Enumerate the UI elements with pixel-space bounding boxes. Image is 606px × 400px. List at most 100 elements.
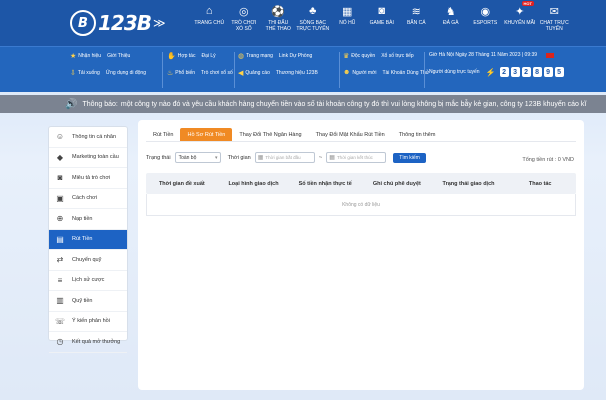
start-date-field[interactable]: ▦ Thời gian bắt đầu — [254, 152, 315, 163]
main-panel: Rút Tiền Hồ Sơ Rút Tiền Thay Đổi Thẻ Ngân … — [138, 120, 584, 390]
sidebar-item-label: Thông tin cá nhân — [72, 133, 117, 140]
withdraw-icon: ▤ — [56, 234, 64, 244]
counter-digit: 2 — [499, 67, 509, 77]
column-header: Thao tác — [528, 180, 552, 187]
info-group-3: ◍ Trang mạng Link Dự Phòng ◀ Quảng cáo Thư… — [238, 52, 318, 77]
chat-icon: ✉ — [549, 5, 559, 18]
nav-label: BẮN CÁ — [406, 20, 426, 26]
withdraw-tabs: Rút Tiền Hồ Sơ Rút Tiền Thay Đổi Thẻ Ngân … — [146, 128, 576, 142]
divider — [424, 52, 425, 88]
nav-item-3[interactable]: ♣ SÒNG BẠC TRỰC TUYẾN — [296, 4, 331, 44]
tab-3[interactable]: Thay Đổi Mật Khẩu Rút Tiền — [309, 128, 392, 141]
logo-mark: B — [70, 10, 96, 36]
sidebar-item-label: Marketing toàn cầu — [72, 154, 119, 161]
sidebar-item-4[interactable]: ⊕ Nạp tiền — [49, 209, 127, 230]
user-plus-icon: ☻ — [343, 69, 351, 76]
mobile-app-link[interactable]: Ứng dụng di động — [106, 70, 146, 76]
sidebar-item-label: Kết quả mở thưởng — [72, 338, 121, 345]
home-icon: ⌂ — [205, 5, 213, 17]
crown-icon: ♛ — [343, 53, 350, 60]
trial-account-link[interactable]: Tài Khoản Dùng Thử — [382, 70, 429, 76]
handshake-icon: ✋ — [167, 53, 176, 60]
table-empty-row: Không có dữ liệu — [146, 194, 576, 216]
nav-item-5[interactable]: ◙ GAME BÀI — [365, 4, 400, 44]
nav-item-2[interactable]: ⚽ THI ĐẤU THỂ THAO — [261, 4, 296, 44]
sidebar-item-label: Rút Tiền — [72, 236, 93, 243]
referral-link[interactable]: ★ Nhận hiệu — [70, 52, 101, 60]
column-header: Loại hình giao dịch — [228, 180, 279, 187]
ads-link[interactable]: ◀ Quảng cáo — [238, 69, 270, 77]
download-icon: ⇩ — [70, 70, 76, 77]
sidebar-item-8[interactable]: ▥ Quỹ tiền — [49, 291, 127, 312]
announcement-bar: 🔊 Thông báo: một công ty nào đó và yêu c… — [0, 95, 606, 113]
download-link[interactable]: ⇩ Tải xuống — [70, 69, 100, 77]
sidebar-item-5[interactable]: ▤ Rút Tiền — [49, 229, 127, 250]
gamepad-icon: ◙ — [57, 173, 63, 183]
announcement-text: một công ty nào đó và yêu cầu khách hàng… — [120, 100, 587, 108]
column-header: Thời gian đề xuất — [158, 180, 205, 187]
deposit-icon: ⊕ — [56, 214, 64, 224]
exclusive-link[interactable]: ♛ Độc quyền — [343, 52, 375, 60]
nav-label: TRANG CHỦ — [194, 20, 225, 26]
sidebar-item-7[interactable]: ≡ Lịch sử cược — [49, 271, 127, 291]
nav-item-4[interactable]: ▦ NỔ HŨ — [330, 4, 365, 44]
divider — [339, 52, 340, 88]
column-header: Số tiền nhận thực tế — [298, 180, 352, 187]
nav-item-9[interactable]: ✦ KHUYẾN MÃI HOT — [503, 1, 538, 44]
nav-item-1[interactable]: ◎ TRÒ CHƠI XỔ SỐ — [227, 4, 262, 44]
nav-item-7[interactable]: ♞ ĐÁ GÀ — [434, 4, 469, 44]
lottery-game-link[interactable]: Trò chơi xổ số — [201, 70, 233, 76]
tab-4[interactable]: Thông tin thêm — [392, 128, 443, 141]
counter-digit: 3 — [510, 67, 520, 77]
nav-item-10[interactable]: ✉ CHAT TRỰC TUYẾN — [537, 4, 572, 44]
sidebar-item-6[interactable]: ⇄ Chuyển quỹ — [49, 250, 127, 271]
tab-2[interactable]: Thay Đổi Thẻ Ngân Hàng — [232, 128, 308, 141]
sidebar-item-9[interactable]: ☏ Ý kiến phản hồi — [49, 312, 127, 332]
diamond-icon: ◆ — [56, 152, 64, 162]
logo-text: 123B — [98, 11, 152, 35]
nav-label: ĐÁ GÀ — [442, 20, 459, 26]
info-bar: ★ Nhận hiệu Giới Thiệu ⇩ Tải xuống Ứng dụn… — [0, 46, 606, 92]
search-button[interactable]: Tìm kiếm — [393, 152, 426, 163]
wallet-icon: ▣ — [56, 193, 64, 203]
website-link[interactable]: ◍ Trang mạng — [238, 52, 273, 60]
status-select[interactable]: Toàn bộ ▾ — [174, 152, 221, 163]
sidebar-item-0[interactable]: ☺ Thông tin cá nhân — [49, 127, 127, 148]
counter-digit: 5 — [554, 67, 564, 77]
end-date-field[interactable]: ▦ Thời gian kết thúc — [326, 152, 387, 163]
backup-link[interactable]: Link Dự Phòng — [279, 53, 312, 59]
withdraw-table: Thời gian đề xuất Loại hình giao dịch Số t… — [146, 173, 576, 216]
slots-icon: ▦ — [342, 5, 353, 18]
tab-1[interactable]: Hồ Sơ Rút Tiền — [180, 128, 233, 141]
end-date-placeholder: Thời gian kết thúc — [336, 155, 373, 160]
feedback-icon: ☏ — [54, 316, 65, 326]
sidebar-item-label: Lịch sử cược — [72, 277, 105, 284]
sidebar-item-1[interactable]: ◆ Marketing toàn cầu — [49, 148, 127, 168]
nav-item-8[interactable]: ◉ ESPORTS — [468, 4, 503, 44]
nav-item-0[interactable]: ⌂ TRANG CHỦ — [192, 4, 227, 44]
sidebar-item-10[interactable]: ◷ Kết quả mở thưởng — [49, 332, 127, 353]
date-range-separator: ~ — [318, 154, 323, 161]
sidebar-item-2[interactable]: ◙ Miêu tả trò chơi — [49, 168, 127, 189]
agent-link[interactable]: Đại Lý — [201, 53, 215, 59]
tab-0[interactable]: Rút Tiền — [146, 128, 180, 141]
popular-link[interactable]: ♨ Phổ biến — [167, 69, 195, 77]
intro-link[interactable]: Giới Thiệu — [107, 53, 130, 59]
partner-link[interactable]: ✋ Hợp tác — [167, 52, 195, 60]
brand-link[interactable]: Thương hiệu 123B — [276, 70, 318, 76]
logo[interactable]: B 123B ≫ — [70, 8, 188, 38]
nav-item-6[interactable]: ≋ BẮN CÁ — [399, 4, 434, 44]
newcomer-link[interactable]: ☻ Người mới — [343, 69, 376, 76]
sidebar-item-3[interactable]: ▣ Cách chơi — [49, 189, 127, 209]
info-group-4: ♛ Độc quyền Xổ số trực tiếp ☻ Người mới Tà… — [343, 52, 429, 76]
fish-icon: ≋ — [411, 5, 421, 18]
live-lottery-link[interactable]: Xổ số trực tiếp — [381, 53, 414, 59]
top-header: B 123B ≫ ⌂ TRANG CHỦ ◎ TRÒ CHƠI XỔ SỐ ⚽ THI Đ… — [0, 0, 606, 46]
empty-text: Không có dữ liệu — [342, 201, 380, 208]
online-users-label: Người dùng trực tuyến — [429, 69, 480, 75]
account-sidebar: ☺ Thông tin cá nhân ◆ Marketing toàn cầu ◙ Mi… — [48, 126, 128, 353]
divider — [234, 52, 235, 88]
transfer-icon: ⇄ — [56, 255, 64, 265]
total-withdraw: Tổng tiền rút : 0 VND — [522, 157, 574, 163]
vietnam-flag-icon[interactable] — [546, 52, 555, 58]
